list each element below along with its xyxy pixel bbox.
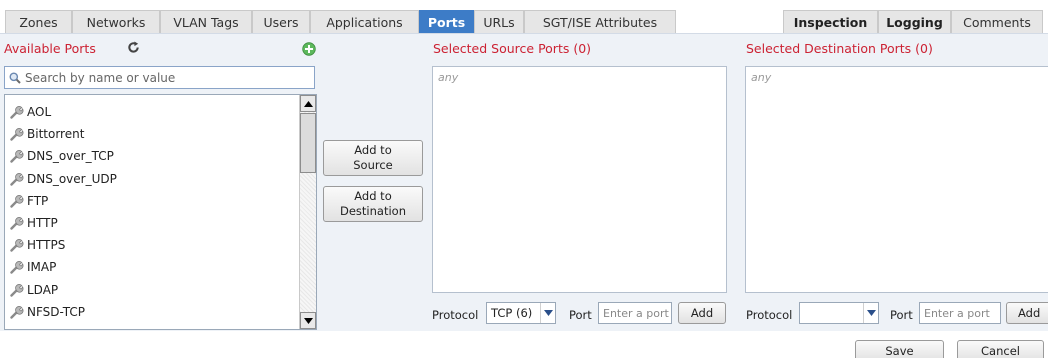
tab-vlan-tags[interactable]: VLAN Tags [160, 10, 252, 33]
destination-port-input[interactable] [924, 306, 1000, 320]
destination-protocol-select[interactable] [799, 302, 879, 324]
arrow-up-icon [303, 100, 313, 107]
port-list-item[interactable]: LDAP [5, 279, 58, 301]
chevron-down-icon [540, 303, 555, 323]
search-icon [9, 72, 21, 84]
tab-ports[interactable]: Ports [419, 10, 474, 34]
port-label: Bittorrent [27, 127, 85, 141]
tab-networks[interactable]: Networks [72, 10, 160, 33]
port-label: HTTPS [27, 238, 66, 252]
source-protocol-value: TCP (6) [491, 306, 533, 320]
destination-ports-box[interactable]: any [745, 66, 1048, 293]
tab-applications[interactable]: Applications [310, 10, 419, 33]
wrench-icon [10, 173, 24, 186]
add-to-destination-button[interactable]: Add to Destination [323, 186, 423, 222]
tab-comments[interactable]: Comments [951, 10, 1043, 33]
wrench-icon [10, 261, 24, 274]
wrench-icon [10, 106, 24, 119]
source-port-field[interactable] [598, 302, 672, 324]
port-list-item[interactable]: Bittorrent [5, 123, 84, 145]
scroll-up-button[interactable] [300, 95, 316, 112]
port-list-item[interactable]: FTP [5, 190, 48, 212]
wrench-icon [10, 195, 24, 208]
scroll-thumb[interactable] [300, 113, 316, 173]
destination-ports-title: Selected Destination Ports (0) [746, 41, 933, 56]
wrench-icon [10, 239, 24, 252]
wrench-icon [10, 128, 24, 141]
arrow-down-icon [303, 317, 313, 324]
add-port-icon[interactable] [302, 42, 316, 56]
port-list-item[interactable]: AOL [5, 101, 51, 123]
port-list-item[interactable]: HTTP [5, 212, 58, 234]
source-add-button[interactable]: Add [678, 302, 726, 324]
tab-inspection[interactable]: Inspection [783, 10, 878, 33]
available-ports-list: AOL Bittorrent DNS_over_TCP DNS_over_UDP FTP… [4, 94, 317, 330]
scroll-down-button[interactable] [300, 312, 316, 329]
destination-port-field[interactable] [919, 302, 1001, 324]
port-list-item[interactable]: DNS_over_TCP [5, 145, 114, 167]
source-ports-title: Selected Source Ports (0) [433, 41, 592, 56]
port-label: NFSD-TCP [27, 305, 85, 319]
port-list-item[interactable]: IMAP [5, 256, 56, 278]
destination-protocol-label: Protocol [746, 308, 793, 322]
add-to-source-button[interactable]: Add to Source [323, 140, 423, 176]
tab-users[interactable]: Users [252, 10, 310, 33]
port-label: AOL [27, 105, 52, 119]
port-label: HTTP [27, 216, 58, 230]
port-list-item[interactable]: NFSD-TCP [5, 301, 85, 323]
destination-add-button[interactable]: Add [1006, 302, 1048, 324]
port-label: LDAP [27, 283, 59, 297]
source-protocol-label: Protocol [432, 308, 479, 322]
save-button[interactable]: Save [855, 340, 944, 358]
wrench-icon [10, 284, 24, 297]
source-port-label: Port [569, 308, 592, 322]
destination-any-text: any [751, 71, 772, 84]
tab-urls[interactable]: URLs [474, 10, 524, 33]
destination-port-label: Port [890, 308, 913, 322]
search-input[interactable] [25, 70, 295, 85]
cancel-button[interactable]: Cancel [957, 340, 1044, 358]
tab-sgt-ise-attributes[interactable]: SGT/ISE Attributes [524, 10, 676, 33]
source-protocol-select[interactable]: TCP (6) [486, 302, 556, 324]
search-field[interactable] [4, 66, 315, 89]
tab-bar: Zones Networks VLAN Tags Users Applicati… [0, 0, 1048, 34]
list-scrollbar[interactable] [299, 95, 316, 329]
source-any-text: any [438, 71, 459, 84]
source-port-input[interactable] [603, 306, 671, 320]
tab-zones[interactable]: Zones [5, 10, 72, 33]
chevron-down-icon [863, 303, 878, 323]
wrench-icon [10, 217, 24, 230]
ports-panel: Available Ports AOL Bittorrent DNS_over_TC… [0, 33, 1048, 331]
port-list-item[interactable]: HTTPS [5, 234, 65, 256]
port-list-item[interactable]: DNS_over_UDP [5, 168, 117, 190]
port-label: FTP [27, 194, 49, 208]
wrench-icon [10, 150, 24, 163]
port-label: DNS_over_UDP [27, 172, 117, 186]
wrench-icon [10, 306, 24, 319]
available-ports-title: Available Ports [4, 41, 96, 56]
tab-logging[interactable]: Logging [878, 10, 951, 33]
port-label: IMAP [27, 260, 57, 274]
refresh-icon[interactable] [127, 41, 140, 54]
port-label: DNS_over_TCP [27, 149, 114, 163]
source-ports-box[interactable]: any [432, 66, 727, 293]
